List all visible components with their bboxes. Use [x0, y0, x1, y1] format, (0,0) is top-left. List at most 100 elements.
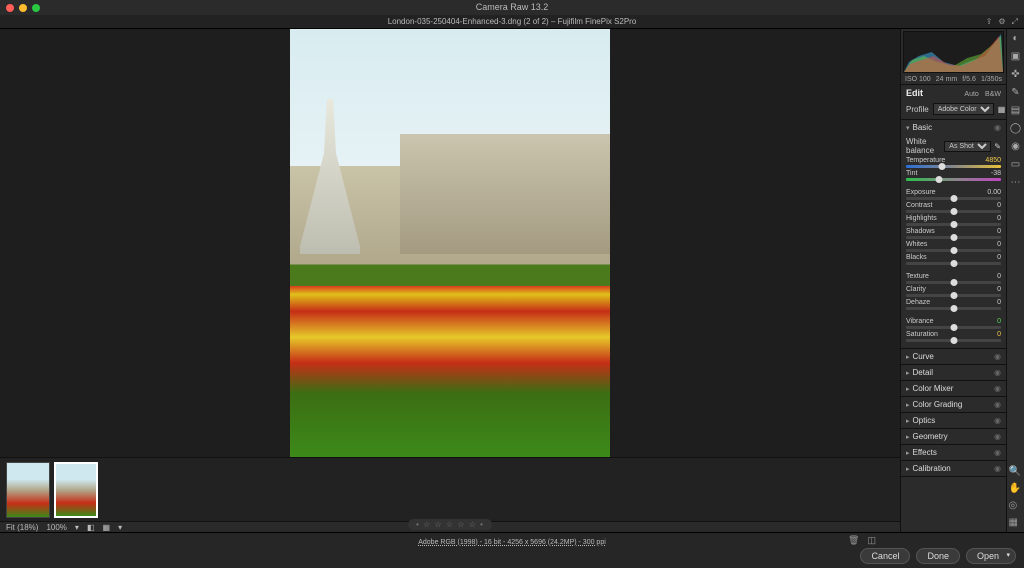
slider-track[interactable] [906, 178, 1001, 181]
slider-track[interactable] [906, 339, 1001, 342]
visibility-icon[interactable]: ◉ [994, 416, 1001, 425]
maximize-icon[interactable] [32, 4, 40, 12]
profile-select[interactable]: Adobe Color [933, 103, 994, 115]
visibility-icon[interactable]: ◉ [994, 464, 1001, 473]
thumbnail[interactable] [6, 462, 50, 518]
slider-knob[interactable] [950, 292, 957, 299]
visibility-icon[interactable]: ◉ [994, 123, 1001, 132]
section-color mixer-header[interactable]: ▸Color Mixer◉ [901, 381, 1006, 396]
slider-knob[interactable] [950, 324, 957, 331]
compare-icon[interactable]: ◧ [87, 523, 95, 532]
slider-knob[interactable] [950, 260, 957, 267]
slider-temperature[interactable]: Temperature4850 [906, 157, 1001, 168]
slider-texture[interactable]: Texture0 [906, 273, 1001, 284]
slider-knob[interactable] [950, 208, 957, 215]
slider-vibrance[interactable]: Vibrance0 [906, 318, 1001, 329]
edit-tool-icon[interactable]: ◐ [1012, 33, 1018, 44]
sampler-icon[interactable]: ◎ [1009, 500, 1021, 511]
bw-button[interactable]: B&W [985, 91, 1001, 98]
visibility-icon[interactable]: ◉ [994, 432, 1001, 441]
slider-knob[interactable] [950, 337, 957, 344]
slider-track[interactable] [906, 197, 1001, 200]
zoom-dropdown-icon[interactable]: ▾ [75, 523, 79, 532]
open-button[interactable]: Open [966, 548, 1016, 564]
slider-knob[interactable] [950, 195, 957, 202]
slider-saturation[interactable]: Saturation0 [906, 331, 1001, 342]
slider-knob[interactable] [950, 305, 957, 312]
visibility-icon[interactable]: ◉ [994, 352, 1001, 361]
profile-browse-icon[interactable]: ▦ [998, 105, 1006, 114]
export-icon[interactable]: ⇪ [986, 15, 993, 29]
slider-track[interactable] [906, 281, 1001, 284]
slider-knob[interactable] [936, 176, 943, 183]
section-effects-header[interactable]: ▸Effects◉ [901, 445, 1006, 460]
section-curve-header[interactable]: ▸Curve◉ [901, 349, 1006, 364]
heal-tool-icon[interactable]: ✜ [1011, 69, 1019, 80]
eyedropper-icon[interactable]: ✎ [994, 142, 1001, 151]
histogram[interactable] [903, 31, 1004, 73]
slider-clarity[interactable]: Clarity0 [906, 286, 1001, 297]
slider-exposure[interactable]: Exposure0.00 [906, 189, 1001, 200]
visibility-icon[interactable]: ◉ [994, 368, 1001, 377]
thumbnail-selected[interactable] [54, 462, 98, 518]
wb-select[interactable]: As Shot [944, 141, 991, 152]
slider-track[interactable] [906, 249, 1001, 252]
visibility-icon[interactable]: ◉ [994, 384, 1001, 393]
slider-track[interactable] [906, 165, 1001, 168]
done-button[interactable]: Done [916, 548, 960, 564]
section-optics-header[interactable]: ▸Optics◉ [901, 413, 1006, 428]
slider-track[interactable] [906, 307, 1001, 310]
section-calibration-header[interactable]: ▸Calibration◉ [901, 461, 1006, 476]
fullscreen-icon[interactable]: ⤢ [1012, 15, 1018, 29]
auto-button[interactable]: Auto [964, 91, 978, 98]
redeye-tool-icon[interactable]: ◉ [1011, 141, 1020, 152]
slider-knob[interactable] [939, 163, 946, 170]
image-preview-area[interactable] [0, 29, 900, 457]
slider-shadows[interactable]: Shadows0 [906, 228, 1001, 239]
grid-icon[interactable]: ▦ [103, 523, 111, 532]
section-basic-header[interactable]: ▾ Basic ◉ [901, 120, 1006, 135]
slider-dehaze[interactable]: Dehaze0 [906, 299, 1001, 310]
minimize-icon[interactable] [19, 4, 27, 12]
slider-knob[interactable] [950, 247, 957, 254]
section-detail-header[interactable]: ▸Detail◉ [901, 365, 1006, 380]
section-geometry-header[interactable]: ▸Geometry◉ [901, 429, 1006, 444]
slider-knob[interactable] [950, 279, 957, 286]
visibility-icon[interactable]: ◉ [994, 448, 1001, 457]
slider-highlights[interactable]: Highlights0 [906, 215, 1001, 226]
slider-whites[interactable]: Whites0 [906, 241, 1001, 252]
slider-value: 0 [997, 299, 1001, 306]
crop-tool-icon[interactable]: ▣ [1011, 51, 1020, 62]
snapshot-icon[interactable]: ▭ [1011, 159, 1020, 170]
brush-tool-icon[interactable]: ✎ [1011, 87, 1019, 98]
slider-tint[interactable]: Tint-38 [906, 170, 1001, 181]
radial-tool-icon[interactable]: ◯ [1010, 123, 1021, 134]
slider-track[interactable] [906, 326, 1001, 329]
slider-blacks[interactable]: Blacks0 [906, 254, 1001, 265]
rating-bar[interactable]: • ☆ ☆ ☆ ☆ ☆ • [408, 519, 492, 530]
slider-track[interactable] [906, 210, 1001, 213]
zoom-tool-icon[interactable]: 🔍 [1009, 466, 1021, 477]
slider-track[interactable] [906, 262, 1001, 265]
window-controls[interactable] [6, 4, 40, 12]
slider-contrast[interactable]: Contrast0 [906, 202, 1001, 213]
grid-overlay-icon[interactable]: ▦ [1009, 517, 1021, 528]
close-icon[interactable] [6, 4, 14, 12]
visibility-icon[interactable]: ◉ [994, 400, 1001, 409]
section-color grading-header[interactable]: ▸Color Grading◉ [901, 397, 1006, 412]
slider-track[interactable] [906, 294, 1001, 297]
zoom-100[interactable]: 100% [46, 523, 66, 532]
cancel-button[interactable]: Cancel [860, 548, 910, 564]
slider-knob[interactable] [950, 234, 957, 241]
filter-icon[interactable]: ▾ [118, 523, 122, 532]
gradient-tool-icon[interactable]: ▤ [1011, 105, 1020, 116]
slider-track[interactable] [906, 223, 1001, 226]
preset-icon[interactable]: ⋯ [1011, 177, 1021, 188]
settings-icon[interactable]: ⚙ [998, 15, 1005, 29]
trash-icon[interactable]: 🗑 [848, 535, 859, 546]
compare-view-icon[interactable]: ◫ [867, 535, 876, 546]
slider-track[interactable] [906, 236, 1001, 239]
hand-tool-icon[interactable]: ✋ [1009, 483, 1021, 494]
slider-knob[interactable] [950, 221, 957, 228]
zoom-fit[interactable]: Fit (18%) [6, 523, 38, 532]
